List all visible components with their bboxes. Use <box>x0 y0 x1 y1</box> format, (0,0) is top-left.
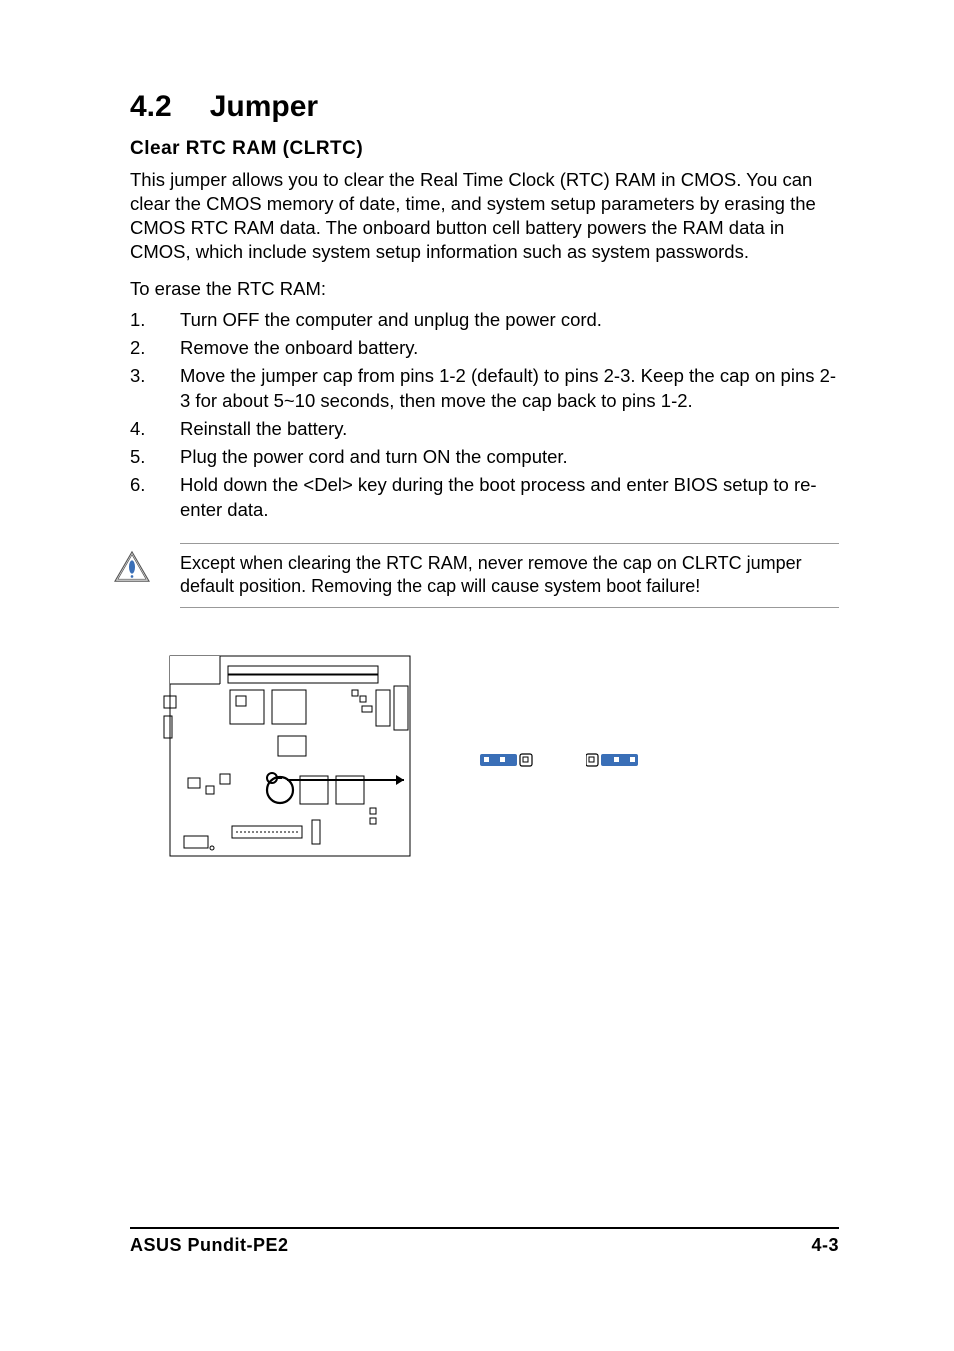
step-number: 6. <box>130 473 180 523</box>
step-text: Remove the onboard battery. <box>180 336 839 361</box>
section-title: 4.2 Jumper <box>130 90 839 124</box>
step-text: Turn OFF the computer and unplug the pow… <box>180 308 839 333</box>
list-item: 1. Turn OFF the computer and unplug the … <box>130 308 839 333</box>
subsection-title: Clear RTC RAM (CLRTC) <box>130 138 839 160</box>
jumper-clear-icon <box>586 751 640 769</box>
step-text: Hold down the <Del> key during the boot … <box>180 473 839 523</box>
footer-left: ASUS Pundit-PE2 <box>130 1235 289 1256</box>
steps-list: 1. Turn OFF the computer and unplug the … <box>130 308 839 523</box>
step-number: 4. <box>130 417 180 442</box>
step-text: Plug the power cord and turn ON the comp… <box>180 445 839 470</box>
step-text: Reinstall the battery. <box>180 417 839 442</box>
list-item: 5. Plug the power cord and turn ON the c… <box>130 445 839 470</box>
section-name: Jumper <box>210 90 318 123</box>
caution-box: Except when clearing the RTC RAM, never … <box>180 543 839 608</box>
jumper-normal-icon <box>480 751 534 769</box>
footer-right: 4-3 <box>811 1235 839 1256</box>
list-item: 4. Reinstall the battery. <box>130 417 839 442</box>
section-number: 4.2 <box>130 90 172 123</box>
step-number: 2. <box>130 336 180 361</box>
intro-paragraph: This jumper allows you to clear the Real… <box>130 168 839 264</box>
instruction-text: To erase the RTC RAM: <box>130 278 839 300</box>
list-item: 6. Hold down the <Del> key during the bo… <box>130 473 839 523</box>
caution-text: Except when clearing the RTC RAM, never … <box>180 552 839 599</box>
step-number: 3. <box>130 364 180 414</box>
motherboard-diagram <box>160 648 420 873</box>
step-number: 1. <box>130 308 180 333</box>
list-item: 3. Move the jumper cap from pins 1-2 (de… <box>130 364 839 414</box>
jumper-diagram <box>480 751 640 769</box>
diagram-area <box>160 648 839 873</box>
caution-icon <box>113 550 151 584</box>
step-text: Move the jumper cap from pins 1-2 (defau… <box>180 364 839 414</box>
step-number: 5. <box>130 445 180 470</box>
page-footer: ASUS Pundit-PE2 4-3 <box>130 1227 839 1256</box>
list-item: 2. Remove the onboard battery. <box>130 336 839 361</box>
